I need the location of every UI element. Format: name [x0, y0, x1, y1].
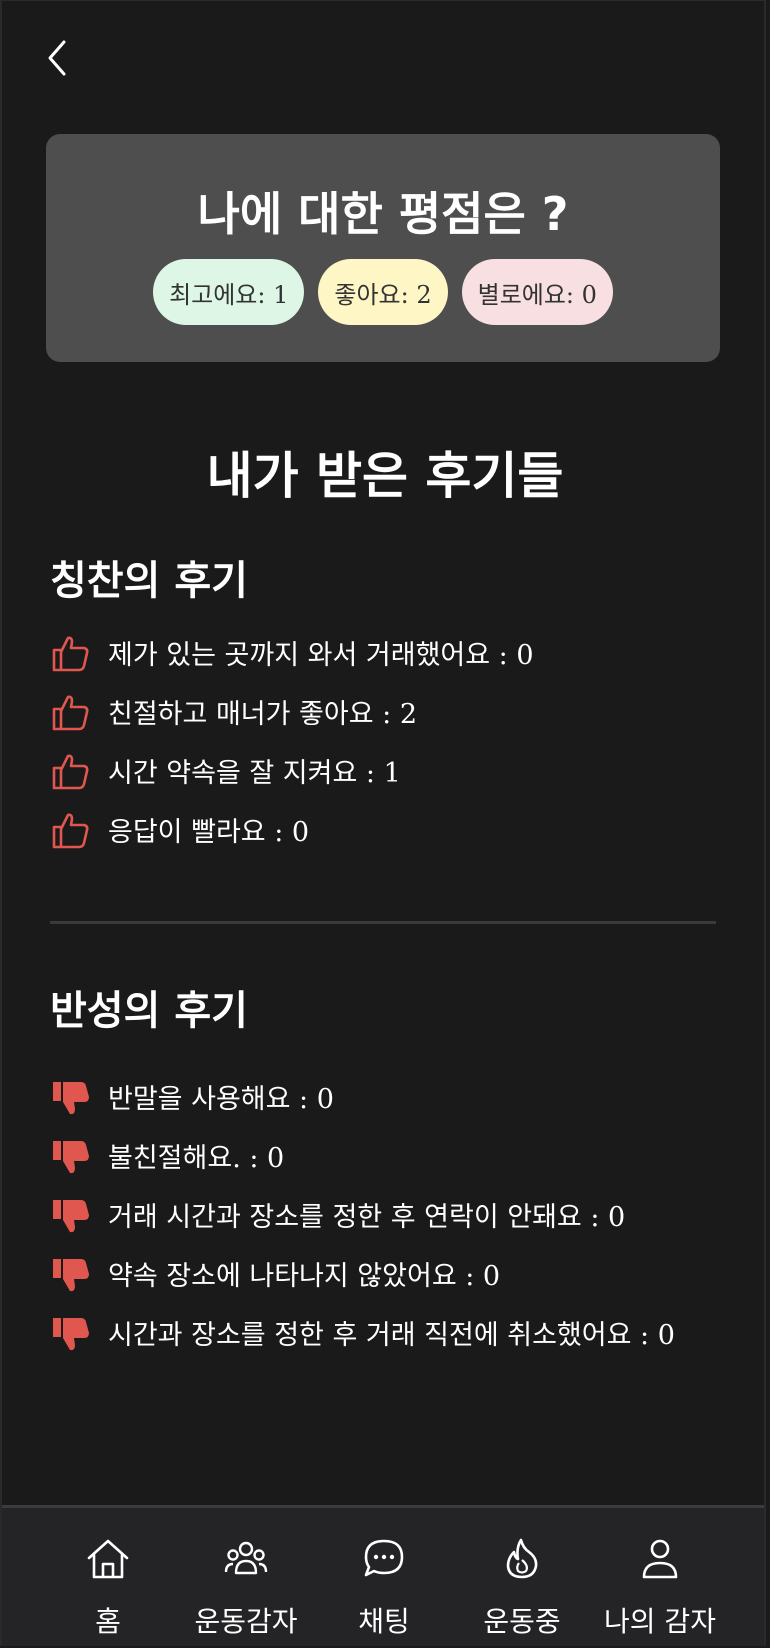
nav-item-chat[interactable]: 채팅	[314, 1508, 454, 1646]
thumbs-down-icon	[53, 1199, 89, 1232]
thumbs-up-icon	[52, 695, 89, 730]
review-label: 반말을 사용해요 : 0	[108, 1084, 334, 1115]
user-icon	[642, 1539, 678, 1579]
nav-item-home[interactable]: 홈	[38, 1508, 178, 1646]
chat-bubble-icon	[364, 1539, 404, 1577]
list-item: 시간과 장소를 정한 후 거래 직전에 취소했어요 : 0	[50, 1303, 675, 1362]
rating-best-badge: 최고에요: 1	[153, 259, 305, 325]
negative-reviews-title: 반성의 후기	[50, 988, 248, 1034]
review-label: 시간과 장소를 정한 후 거래 직전에 취소했어요 : 0	[108, 1320, 675, 1351]
review-label: 불친절해요. : 0	[108, 1143, 285, 1174]
list-item: 제가 있는 곳까지 와서 거래했어요 : 0	[50, 623, 534, 682]
bottom-navigation: 홈 운동감자 채팅 운동중 나의 감자	[2, 1505, 764, 1646]
rating-pills: 최고에요: 1 좋아요: 2 별로에요: 0	[46, 259, 720, 325]
list-item: 약속 장소에 나타나지 않았어요 : 0	[50, 1244, 675, 1303]
list-item: 시간 약속을 잘 지켜요 : 1	[50, 741, 534, 800]
list-item: 불친절해요. : 0	[50, 1126, 675, 1185]
rating-card: 나에 대한 평점은 ? 최고에요: 1 좋아요: 2 별로에요: 0	[46, 134, 720, 362]
list-item: 응답이 빨라요 : 0	[50, 800, 534, 859]
positive-review-list: 제가 있는 곳까지 와서 거래했어요 : 0 친절하고 매너가 좋아요 : 2 …	[50, 623, 534, 859]
positive-reviews-title: 칭찬의 후기	[50, 558, 248, 604]
review-label: 응답이 빨라요 : 0	[108, 817, 310, 848]
chevron-left-icon	[48, 40, 66, 76]
review-label: 친절하고 매너가 좋아요 : 2	[108, 699, 418, 730]
nav-item-workout[interactable]: 운동중	[452, 1508, 592, 1646]
back-button[interactable]	[40, 36, 80, 80]
rating-bad-badge: 별로에요: 0	[461, 259, 613, 325]
review-label: 제가 있는 곳까지 와서 거래했어요 : 0	[108, 640, 534, 671]
nav-label-home: 홈	[95, 1605, 121, 1638]
group-icon	[224, 1541, 268, 1575]
nav-label-friends: 운동감자	[194, 1605, 298, 1638]
list-item: 반말을 사용해요 : 0	[50, 1067, 675, 1126]
thumbs-up-icon	[52, 754, 89, 789]
home-icon	[87, 1539, 129, 1579]
list-item: 거래 시간과 장소를 정한 후 연락이 안돼요 : 0	[50, 1185, 675, 1244]
reviews-title: 내가 받은 후기들	[206, 447, 564, 505]
thumbs-down-icon	[53, 1081, 89, 1114]
nav-item-my[interactable]: 나의 감자	[590, 1508, 730, 1646]
thumbs-up-icon	[52, 813, 89, 848]
thumbs-down-icon	[53, 1258, 89, 1291]
flame-icon	[506, 1538, 538, 1579]
review-label: 약속 장소에 나타나지 않았어요 : 0	[108, 1261, 501, 1292]
section-divider	[50, 921, 716, 924]
thumbs-down-icon	[53, 1140, 89, 1173]
nav-label-chat: 채팅	[358, 1605, 410, 1638]
review-label: 거래 시간과 장소를 정한 후 연락이 안돼요 : 0	[108, 1202, 626, 1233]
nav-label-workout: 운동중	[483, 1605, 561, 1638]
nav-item-friends[interactable]: 운동감자	[176, 1508, 316, 1646]
rating-title: 나에 대한 평점은 ?	[197, 187, 569, 241]
rating-good-badge: 좋아요: 2	[318, 259, 448, 325]
review-label: 시간 약속을 잘 지켜요 : 1	[108, 758, 401, 789]
thumbs-up-icon	[52, 636, 89, 671]
nav-label-my: 나의 감자	[604, 1605, 716, 1638]
thumbs-down-icon	[53, 1317, 89, 1350]
negative-review-list: 반말을 사용해요 : 0 불친절해요. : 0 거래 시간과 장소를 정한 후 …	[50, 1067, 675, 1362]
list-item: 친절하고 매너가 좋아요 : 2	[50, 682, 534, 741]
